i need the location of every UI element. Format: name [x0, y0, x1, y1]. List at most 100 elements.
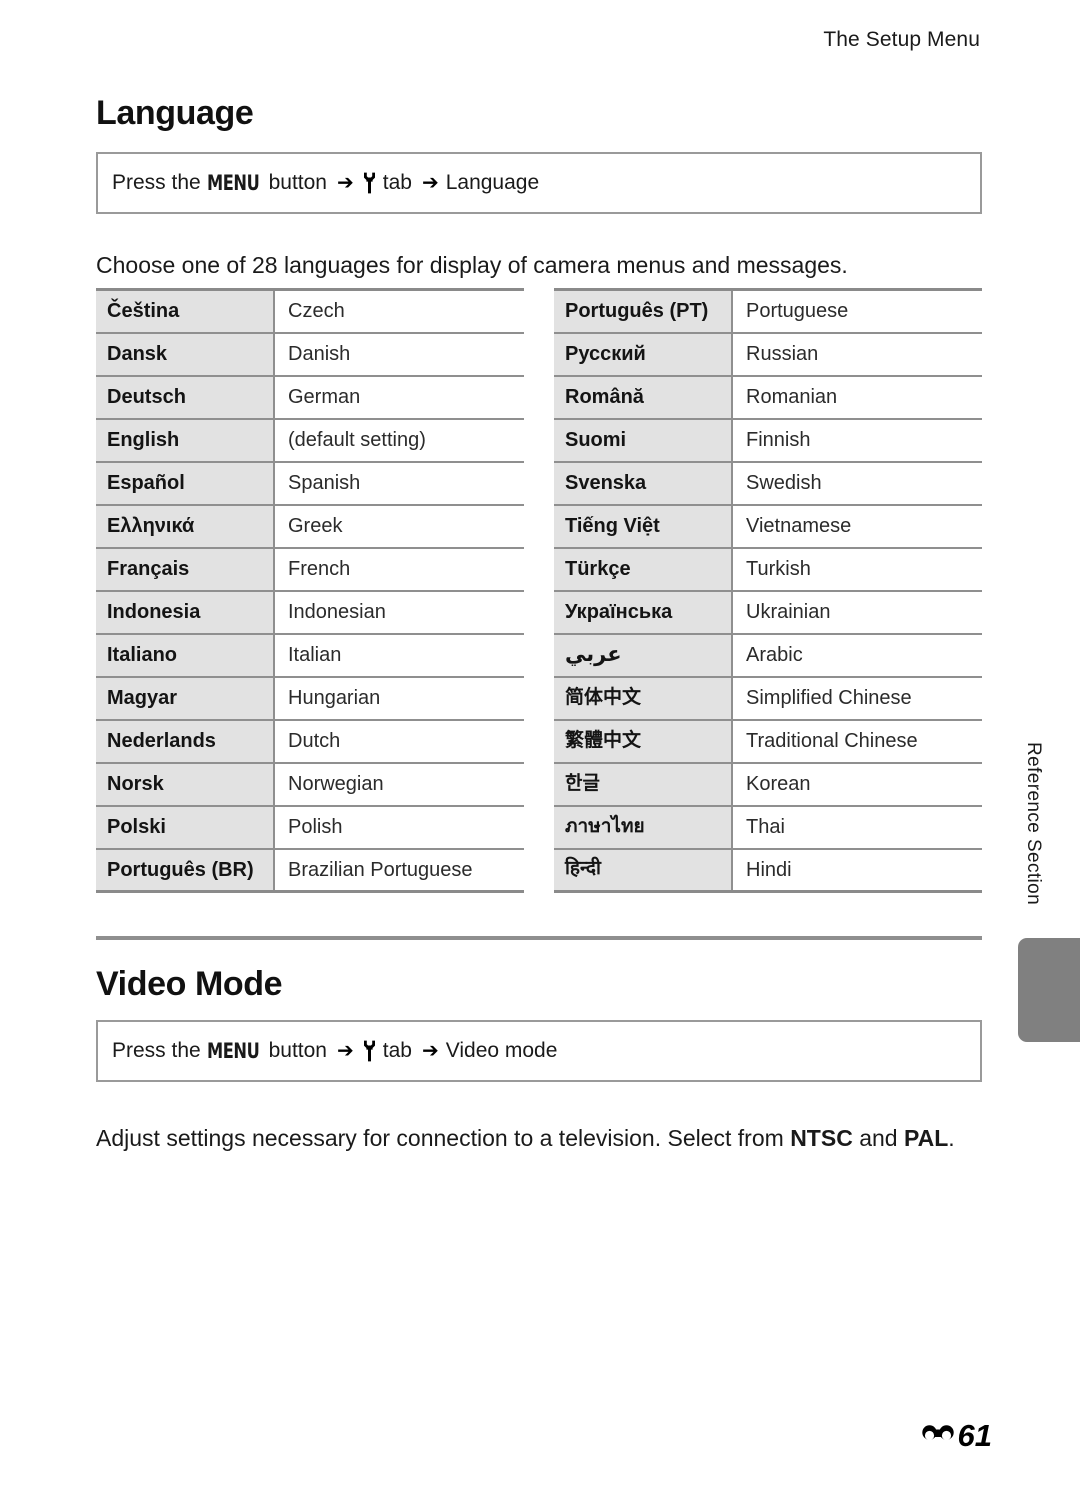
page-footer: 61	[0, 1396, 1080, 1486]
table-row: Dansk Danish	[96, 332, 524, 377]
language-english-name: Thai	[732, 805, 982, 850]
reference-section-symbol-icon	[921, 1424, 955, 1448]
language-native-name: 简体中文	[554, 676, 733, 721]
language-native-name: Polski	[96, 805, 275, 850]
language-native-name: Français	[96, 547, 275, 592]
video-mode-body-mid: and	[852, 1125, 904, 1151]
table-row: ภาษาไทย Thai	[554, 805, 982, 850]
language-native-name: Türkçe	[554, 547, 733, 592]
instruction-tab-word: tab	[382, 171, 412, 194]
language-english-name: Romanian	[732, 375, 982, 420]
language-native-name: Dansk	[96, 332, 275, 377]
language-native-name: Ελληνικά	[96, 504, 275, 549]
language-english-name: Turkish	[732, 547, 982, 592]
table-row: हिन्दी Hindi	[554, 848, 982, 892]
instruction-button-word-vm: button	[268, 1039, 327, 1062]
video-mode-body-prefix: Adjust settings necessary for connection…	[96, 1125, 791, 1151]
table-row: Tiếng Việt Vietnamese	[554, 504, 982, 549]
table-row: 简体中文 Simplified Chinese	[554, 676, 982, 721]
language-native-name: 繁體中文	[554, 719, 733, 764]
menu-button-glyph-vm: MENU	[206, 1039, 260, 1063]
table-row: Français French	[96, 547, 524, 592]
table-row: Română Romanian	[554, 375, 982, 420]
instruction-prefix: Press the	[112, 171, 201, 194]
arrow-right-icon: ➔	[336, 172, 354, 194]
instruction-box-video-mode: Press the MENU button ➔ tab ➔ Video mode	[96, 1020, 982, 1082]
arrow-right-icon-vm-2: ➔	[421, 1040, 439, 1062]
page-title-language: Language	[96, 94, 254, 132]
edge-tab-marker	[1018, 938, 1080, 1042]
language-english-name: Korean	[732, 762, 982, 807]
table-row: English (default setting)	[96, 418, 524, 463]
table-row: Türkçe Turkish	[554, 547, 982, 592]
table-row: Ελληνικά Greek	[96, 504, 524, 549]
language-english-name: Norwegian	[274, 762, 524, 807]
table-row: Italiano Italian	[96, 633, 524, 678]
section-divider	[96, 936, 982, 940]
table-row: Português (PT) Portuguese	[554, 289, 982, 334]
language-english-name: Ukrainian	[732, 590, 982, 635]
language-english-name: (default setting)	[274, 418, 524, 463]
language-native-name: Nederlands	[96, 719, 275, 764]
wrench-icon	[362, 172, 377, 194]
language-table-right: Português (PT) Portuguese Русский Russian Ro…	[554, 288, 982, 893]
table-row: Indonesia Indonesian	[96, 590, 524, 635]
language-english-name: Spanish	[274, 461, 524, 506]
video-mode-body-text: Adjust settings necessary for connection…	[96, 1121, 982, 1156]
language-native-name: 한글	[554, 762, 733, 807]
page-number-group: 61	[921, 1418, 992, 1454]
language-intro-text: Choose one of 28 languages for display o…	[96, 252, 848, 278]
arrow-right-icon-2: ➔	[421, 172, 439, 194]
table-row: Čeština Czech	[96, 289, 524, 334]
language-english-name: Polish	[274, 805, 524, 850]
language-native-name: Español	[96, 461, 275, 506]
language-table-right-body: Português (PT) Portuguese Русский Russian Ro…	[554, 289, 982, 892]
language-english-name: Hindi	[732, 848, 982, 892]
language-english-name: Greek	[274, 504, 524, 549]
language-english-name: Dutch	[274, 719, 524, 764]
language-native-name: Magyar	[96, 676, 275, 721]
language-english-name: Vietnamese	[732, 504, 982, 549]
instruction-target-vm: Video mode	[445, 1039, 558, 1062]
instruction-button-word: button	[268, 171, 327, 194]
language-native-name: Suomi	[554, 418, 733, 463]
language-english-name: Simplified Chinese	[732, 676, 982, 721]
table-row: Suomi Finnish	[554, 418, 982, 463]
language-english-name: Danish	[274, 332, 524, 377]
language-english-name: Swedish	[732, 461, 982, 506]
table-row: Norsk Norwegian	[96, 762, 524, 807]
language-native-name: English	[96, 418, 275, 463]
language-english-name: Finnish	[732, 418, 982, 463]
language-native-name: Norsk	[96, 762, 275, 807]
table-row: Español Spanish	[96, 461, 524, 506]
table-row: Polski Polish	[96, 805, 524, 850]
table-row: Magyar Hungarian	[96, 676, 524, 721]
table-row: Nederlands Dutch	[96, 719, 524, 764]
language-native-name: Português (PT)	[554, 289, 733, 334]
language-english-name: Arabic	[732, 633, 982, 678]
language-english-name: German	[274, 375, 524, 420]
language-native-name: हिन्दी	[554, 848, 733, 892]
language-native-name: عربي	[554, 633, 733, 678]
menu-button-glyph: MENU	[206, 171, 260, 195]
language-english-name: Indonesian	[274, 590, 524, 635]
page-number: 61	[957, 1418, 992, 1453]
table-row: Українська Ukrainian	[554, 590, 982, 635]
language-native-name: Português (BR)	[96, 848, 275, 892]
language-english-name: Portuguese	[732, 289, 982, 334]
language-native-name: Tiếng Việt	[554, 504, 733, 549]
instruction-prefix-vm: Press the	[112, 1039, 201, 1062]
edge-tab-label: Reference Section	[1023, 742, 1044, 906]
instruction-target: Language	[445, 171, 540, 194]
video-mode-body-suffix: .	[948, 1125, 955, 1151]
language-tables: Čeština Czech Dansk Danish Deutsch German Engl…	[96, 288, 982, 893]
instruction-path-language: Press the MENU button ➔ tab ➔ Language	[98, 171, 545, 195]
language-table-left-body: Čeština Czech Dansk Danish Deutsch German Engl…	[96, 289, 524, 892]
instruction-box-language: Press the MENU button ➔ tab ➔ Language	[96, 152, 982, 214]
table-row: 한글 Korean	[554, 762, 982, 807]
table-row: Português (BR) Brazilian Portuguese	[96, 848, 524, 892]
language-native-name: Čeština	[96, 289, 275, 334]
language-native-name: Indonesia	[96, 590, 275, 635]
running-header: The Setup Menu	[823, 28, 980, 51]
language-english-name: Traditional Chinese	[732, 719, 982, 764]
